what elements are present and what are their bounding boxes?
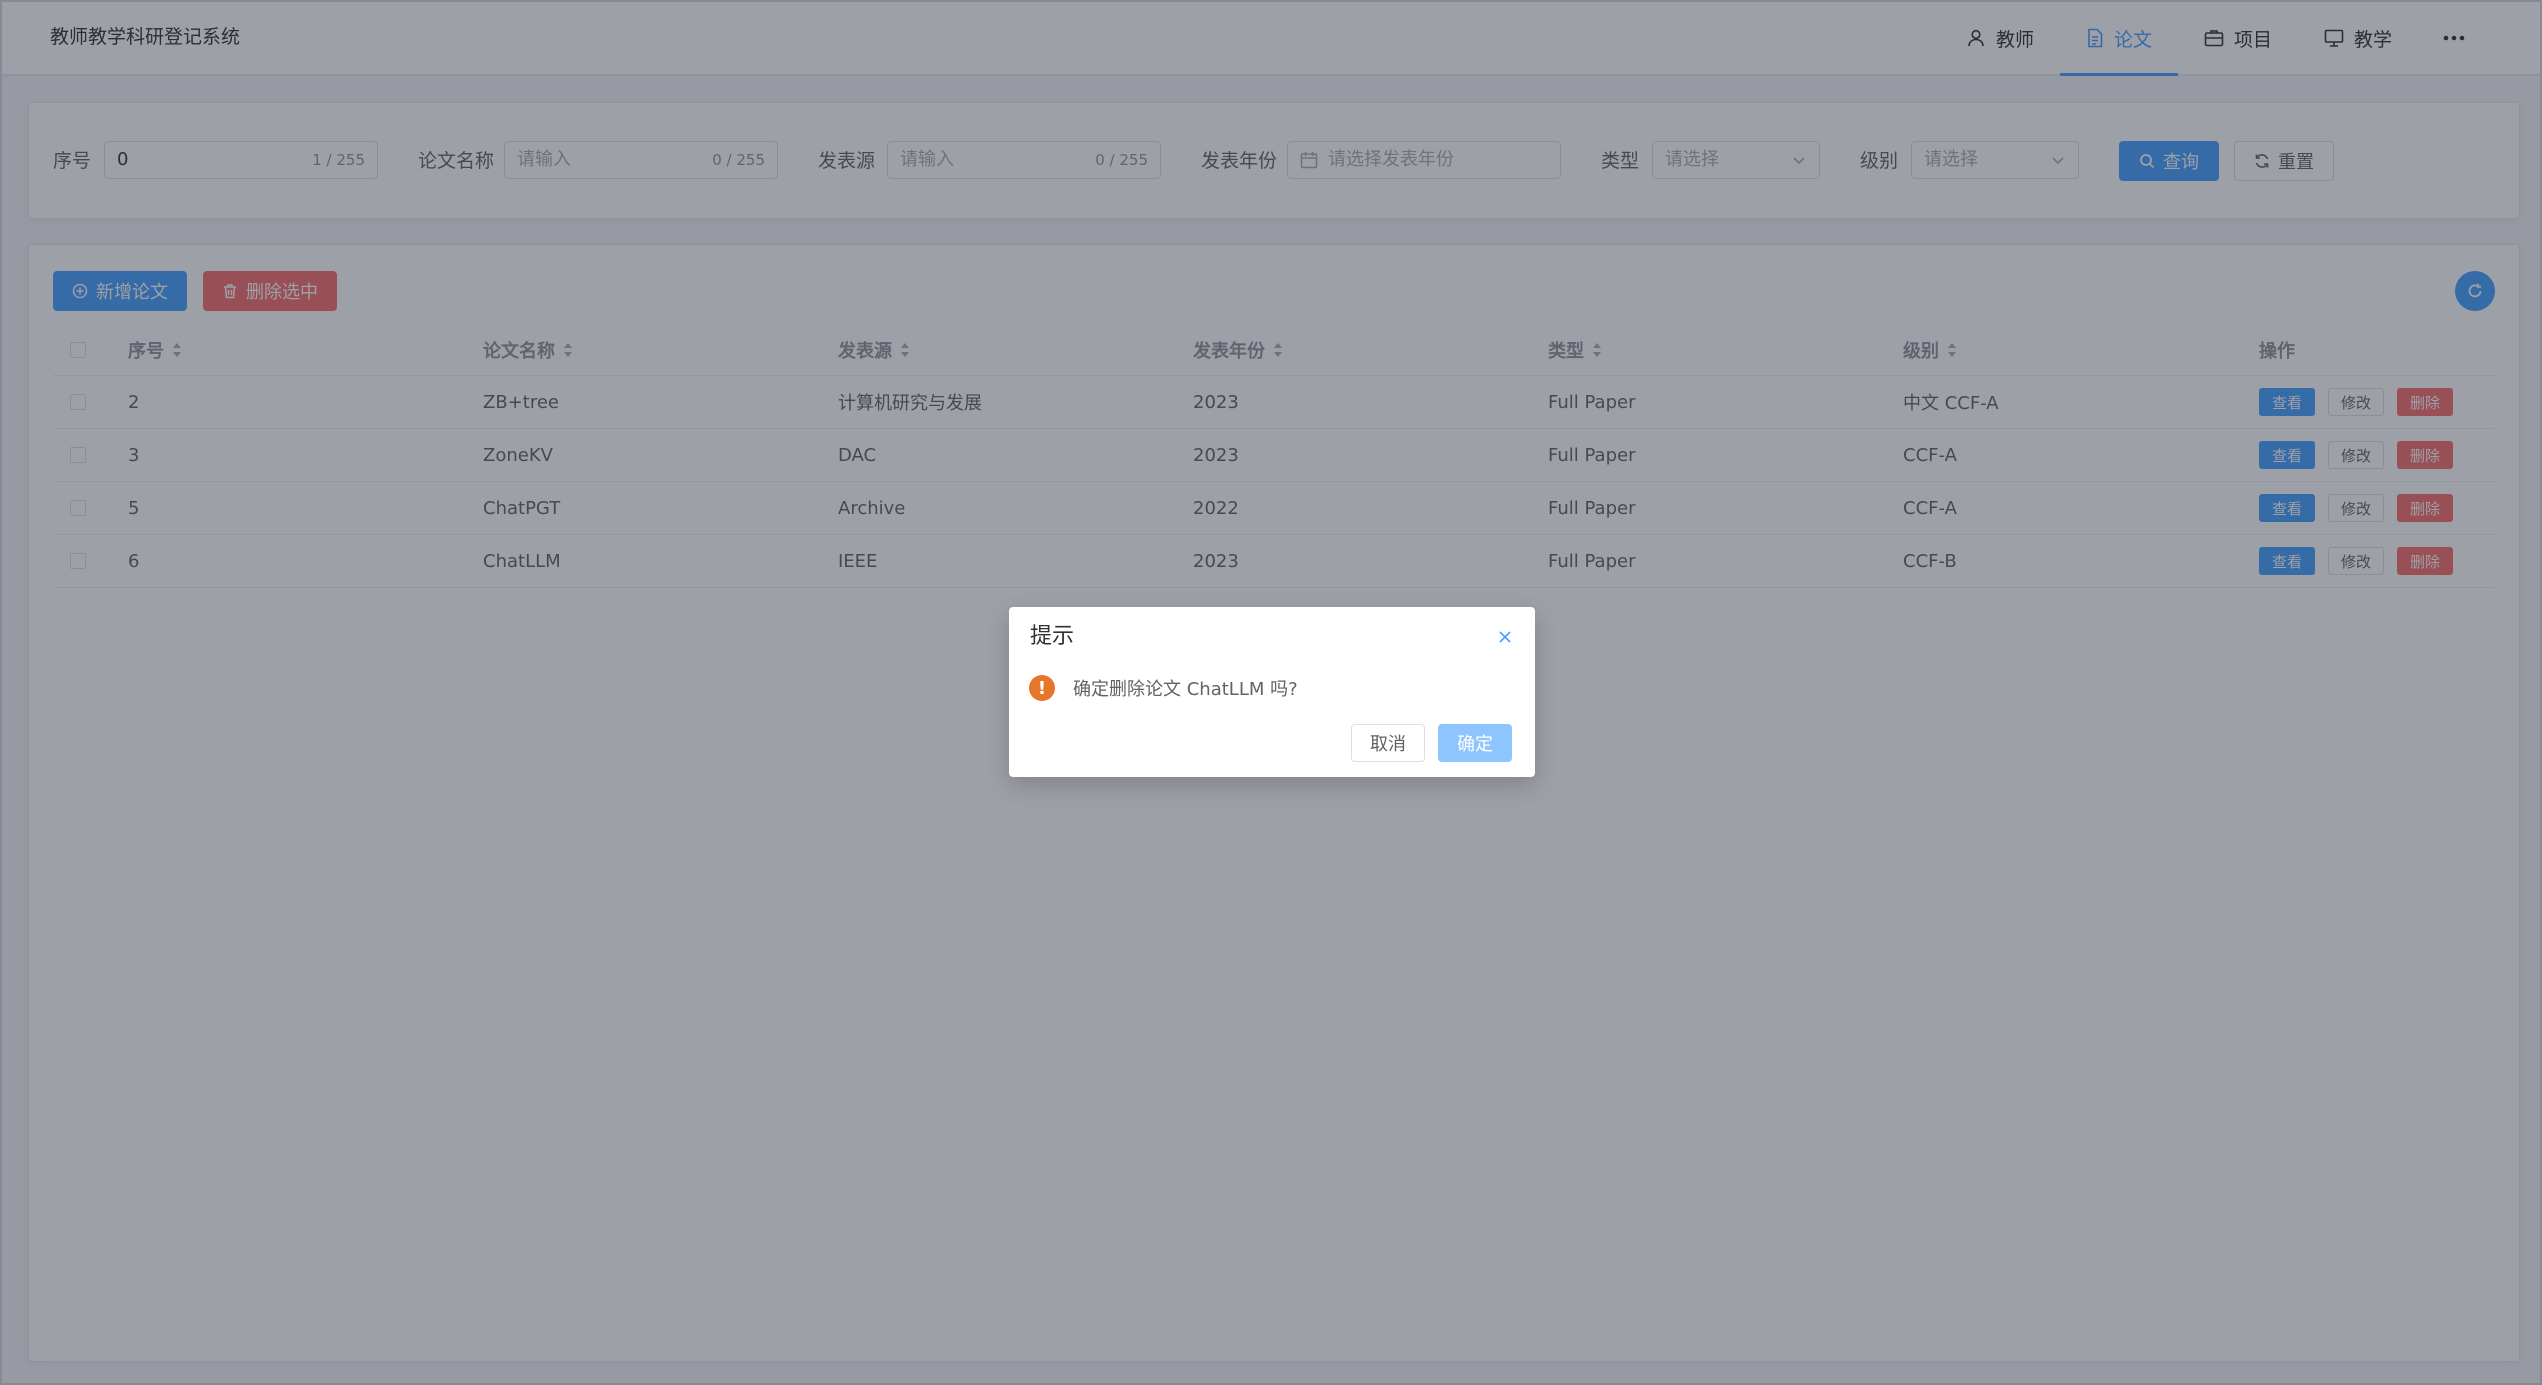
cancel-button[interactable]: 取消 [1351, 724, 1425, 762]
confirm-button[interactable]: 确定 [1438, 724, 1512, 762]
warning-icon: ! [1029, 675, 1055, 701]
dialog-message-row: ! 确定删除论文 ChatLLM 吗? [1029, 673, 1298, 703]
dialog-title: 提示 [1030, 624, 1075, 649]
dialog-message: 确定删除论文 ChatLLM 吗? [1073, 679, 1298, 700]
close-icon[interactable] [1495, 627, 1515, 647]
confirm-button-label: 确定 [1457, 734, 1493, 755]
confirm-dialog: 提示 ! 确定删除论文 ChatLLM 吗? 取消 确定 [1009, 607, 1535, 777]
cancel-button-label: 取消 [1370, 734, 1406, 755]
